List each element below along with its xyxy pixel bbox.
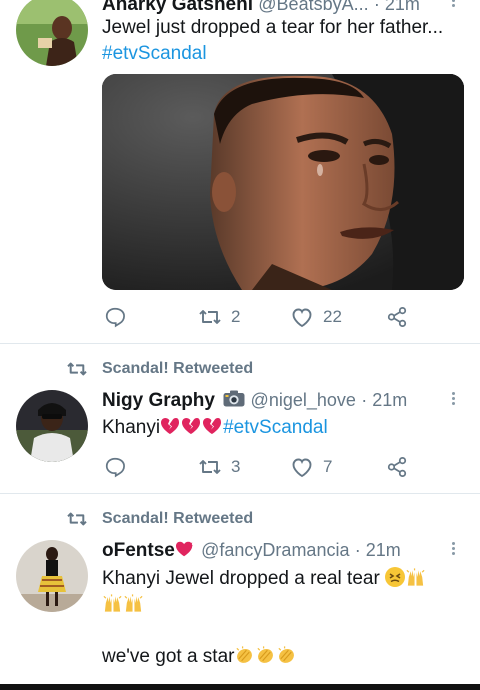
timestamp[interactable]: 21m: [372, 390, 407, 410]
action-bar: 3 7: [102, 454, 422, 480]
retweet-icon: [67, 362, 87, 376]
action-bar: 2 22: [102, 304, 422, 330]
avatar[interactable]: [16, 390, 88, 462]
tweet-text-line-3: we've got a star: [102, 644, 297, 670]
broken-heart-icon: [203, 418, 222, 434]
retweet-button[interactable]: 3: [198, 454, 240, 480]
more-icon[interactable]: [446, 0, 460, 12]
avatar[interactable]: [16, 0, 88, 66]
like-button[interactable]: 22: [290, 304, 342, 330]
tweet-2[interactable]: Scandal! Retweeted Nigy Graphy @nigel_ho…: [0, 344, 480, 494]
raised-hands-icon: [103, 594, 122, 612]
like-count: 7: [323, 457, 333, 476]
tweet-text: we've got a star: [102, 646, 235, 667]
more-icon[interactable]: [446, 540, 460, 560]
hashtag-link[interactable]: #etvScandal: [102, 41, 207, 67]
like-icon: [292, 458, 312, 478]
author-name[interactable]: Anarky Gatsheni: [102, 0, 253, 15]
retweet-count: 2: [231, 307, 241, 326]
tweet-text-line-1: Khanyi Jewel dropped a real tear: [102, 566, 426, 592]
like-button[interactable]: 7: [290, 454, 332, 480]
retweet-icon: [67, 512, 87, 526]
author-name[interactable]: oFentse: [102, 540, 175, 561]
author-handle[interactable]: @BeatsbyA...: [258, 0, 368, 14]
retweet-count: 3: [231, 457, 241, 476]
tweet-1[interactable]: Anarky Gatsheni @BeatsbyA... · 21m Jewel…: [0, 0, 480, 344]
camera-icon: [223, 390, 245, 407]
tweet-header: oFentse @fancyDramancia · 21m: [102, 540, 401, 562]
timestamp[interactable]: 21m: [366, 540, 401, 560]
tweet-text: Khanyi Jewel dropped a real tear: [102, 568, 380, 589]
reply-icon: [105, 457, 125, 478]
separator: ·: [361, 390, 373, 410]
author-handle[interactable]: @nigel_hove: [251, 390, 356, 410]
retweeted-by-text: Scandal! Retweeted: [102, 360, 254, 377]
avatar-image-icon: [16, 540, 88, 612]
broken-heart-icon: [161, 418, 180, 434]
tweet-header: Nigy Graphy @nigel_hove · 21m: [102, 390, 407, 412]
clap-icon: [278, 646, 295, 663]
raised-hands-icon: [124, 594, 143, 612]
separator: ·: [354, 540, 366, 560]
tweet-text: Khanyi #etvScandal: [102, 415, 328, 441]
like-count: 22: [323, 307, 342, 326]
photo-man-tear-icon: [102, 74, 464, 290]
hashtag-link[interactable]: #etvScandal: [223, 417, 328, 438]
tweet-text: Jewel just dropped a tear for her father…: [102, 17, 444, 38]
tweet-3[interactable]: Scandal! Retweeted oFentse @fancyDramanc…: [0, 494, 480, 690]
bottom-edge-bar: [0, 684, 480, 690]
tweet-text-prefix: Khanyi: [102, 417, 161, 438]
share-icon: [387, 306, 407, 328]
share-icon: [387, 456, 407, 478]
tweet-header: Anarky Gatsheni @BeatsbyA... · 21m: [102, 0, 420, 16]
retweet-button[interactable]: 2: [198, 304, 240, 330]
separator: ·: [373, 0, 385, 14]
reply-button[interactable]: [104, 454, 126, 480]
author-handle[interactable]: @fancyDramancia: [201, 540, 349, 560]
broken-heart-icon: [182, 418, 201, 434]
heart-icon: [175, 541, 193, 557]
share-button[interactable]: [386, 304, 408, 330]
raised-hands-icon: [406, 568, 425, 586]
timestamp[interactable]: 21m: [385, 0, 420, 14]
more-icon[interactable]: [446, 390, 460, 410]
avatar-image-icon: [16, 390, 88, 462]
retweeted-by-label[interactable]: Scandal! Retweeted: [66, 510, 253, 528]
author-name[interactable]: Nigy Graphy: [102, 390, 215, 411]
avatar[interactable]: [16, 540, 88, 612]
retweeted-by-text: Scandal! Retweeted: [102, 510, 254, 527]
avatar-image-icon: [16, 0, 88, 66]
share-button[interactable]: [386, 454, 408, 480]
tweet-photo[interactable]: [102, 74, 464, 290]
face-icon: [385, 567, 406, 587]
reply-button[interactable]: [104, 304, 126, 330]
retweet-icon: [199, 460, 221, 474]
reply-icon: [105, 307, 125, 328]
retweet-icon: [199, 310, 221, 324]
clap-icon: [257, 646, 274, 663]
like-icon: [292, 308, 312, 328]
clap-icon: [236, 646, 253, 663]
tweet-text-line-2: [102, 592, 144, 618]
retweeted-by-label[interactable]: Scandal! Retweeted: [66, 360, 253, 378]
